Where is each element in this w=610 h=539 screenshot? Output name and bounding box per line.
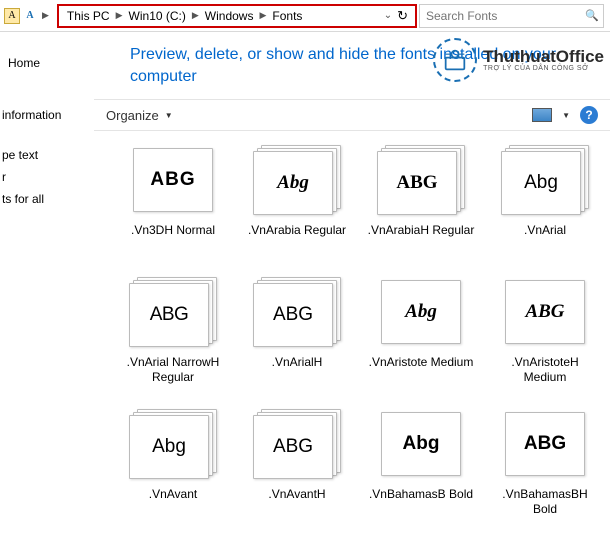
font-item[interactable]: Abg .VnArial [484,145,606,275]
font-name-label: .VnArabiaH Regular [368,223,475,238]
font-name-label: .VnBahamasBH Bold [490,487,600,517]
font-item[interactable]: ABG .VnArabiaH Regular [360,145,482,275]
font-grid: ABG .Vn3DH Normal Abg .VnArabia Regular ABG.… [94,131,610,539]
font-thumbnail: Abg [129,409,217,479]
font-name-label: .VnArial [524,223,566,238]
refresh-icon[interactable]: ↻ [394,8,411,24]
font-item[interactable]: ABG .VnBahamasBH Bold [484,409,606,539]
font-item[interactable]: ABG .VnArial NarrowH Regular [112,277,234,407]
page-title: Preview, delete, or show and hide the fo… [94,32,610,99]
search-icon[interactable]: 🔍 [585,9,599,22]
font-thumbnail: ABG [501,277,589,347]
crumb-windows[interactable]: Windows [201,9,258,23]
font-thumbnail: ABG [129,277,217,347]
font-item[interactable]: Abg .VnBahamasB Bold [360,409,482,539]
font-item[interactable]: ABG .VnAvantH [236,409,358,539]
font-name-label: .VnBahamasB Bold [369,487,473,502]
font-thumbnail: Abg [253,145,341,215]
fonts-folder-icon: A [4,8,20,24]
font-thumbnail: ABG [253,277,341,347]
history-dropdown-icon[interactable]: ⌄ [382,10,394,21]
font-thumbnail: ABG [501,409,589,479]
font-name-label: .Vn3DH Normal [131,223,215,238]
view-dropdown-icon[interactable]: ▼ [562,111,570,120]
font-thumbnail: ABG [253,409,341,479]
font-thumbnail: Abg [377,277,465,347]
chevron-right-icon: ▶ [190,10,201,21]
sidebar: Home information pe text r ts for all [0,32,94,539]
font-item[interactable]: Abg .VnArabia Regular [236,145,358,275]
font-thumbnail: Abg [501,145,589,215]
font-name-label: .VnAvant [149,487,197,502]
help-icon[interactable]: ? [580,106,598,124]
chevron-right-icon: ▶ [257,10,268,21]
sidebar-home[interactable]: Home [0,52,94,74]
sidebar-item[interactable]: r [0,166,94,188]
font-item[interactable]: ABG .VnArialH [236,277,358,407]
sidebar-item[interactable]: information [0,104,94,126]
toolbar: Organize ▼ ▼ ? [94,99,610,131]
chevron-right-icon[interactable]: ▶ [40,10,51,21]
font-name-label: .VnArabia Regular [248,223,346,238]
chevron-right-icon: ▶ [114,10,125,21]
view-icon[interactable] [532,108,552,122]
font-name-label: .VnAristote Medium [369,355,474,370]
search-box[interactable]: 🔍 [419,4,604,28]
font-item[interactable]: ABG .VnAristoteH Medium [484,277,606,407]
font-thumbnail: ABG [377,145,465,215]
content-pane: Preview, delete, or show and hide the fo… [94,32,610,539]
crumb-fonts[interactable]: Fonts [268,9,306,23]
font-name-label: .VnAvantH [268,487,325,502]
sidebar-item[interactable]: pe text [0,144,94,166]
font-name-label: .VnAristoteH Medium [490,355,600,385]
font-item[interactable]: ABG .Vn3DH Normal [112,145,234,275]
caret-down-icon: ▼ [165,111,173,120]
font-thumbnail: ABG [129,145,217,215]
breadcrumb[interactable]: This PC ▶ Win10 (C:) ▶ Windows ▶ Fonts ⌄… [57,4,417,28]
crumb-drive[interactable]: Win10 (C:) [125,9,190,23]
organize-label: Organize [106,108,159,123]
address-bar: A A ▶ This PC ▶ Win10 (C:) ▶ Windows ▶ F… [0,0,610,32]
crumb-this-pc[interactable]: This PC [63,9,114,23]
fonts-app-icon: A [22,8,38,24]
organize-button[interactable]: Organize ▼ [106,108,173,123]
font-thumbnail: Abg [377,409,465,479]
font-name-label: .VnArialH [272,355,323,370]
font-item[interactable]: Abg .VnAvant [112,409,234,539]
search-input[interactable] [420,9,603,23]
sidebar-item[interactable]: ts for all [0,188,94,210]
font-name-label: .VnArial NarrowH Regular [118,355,228,385]
font-item[interactable]: Abg .VnAristote Medium [360,277,482,407]
